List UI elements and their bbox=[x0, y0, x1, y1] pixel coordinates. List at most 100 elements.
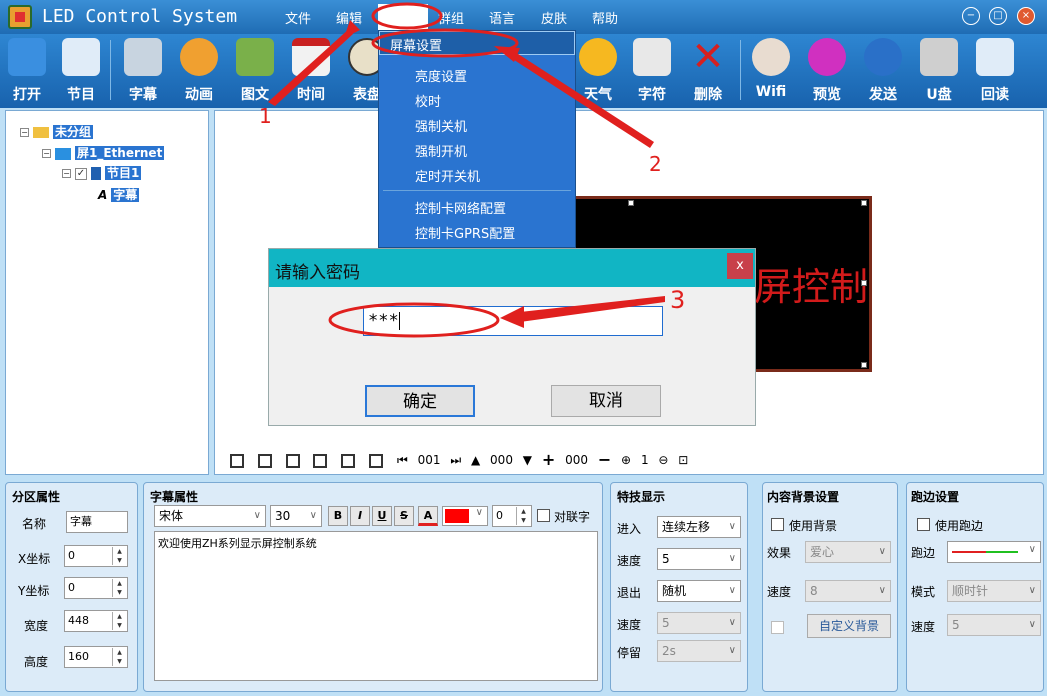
menu-item-schedule-power[interactable]: 定时开关机 bbox=[415, 166, 480, 185]
tree-item-node[interactable]: A 字幕 bbox=[98, 186, 140, 204]
last-page-icon[interactable]: ⏭ bbox=[450, 450, 461, 470]
menu-item-network-config[interactable]: 控制卡网络配置 bbox=[415, 198, 506, 217]
dialog-close-button[interactable]: x bbox=[727, 253, 753, 279]
up-icon[interactable]: ▲ bbox=[471, 450, 480, 470]
menu-item-force-on[interactable]: 强制开机 bbox=[415, 141, 467, 160]
toolbar-wifi-button[interactable]: Wifi bbox=[744, 34, 798, 108]
menu-item-gprs-config[interactable]: 控制卡GPRS配置 bbox=[415, 223, 515, 242]
toolbar-char-button[interactable]: 字符 bbox=[625, 34, 679, 108]
font-size-select[interactable]: 30 bbox=[270, 505, 322, 527]
minus-icon[interactable]: − bbox=[598, 450, 611, 470]
toolbar-subtitle-button[interactable]: 字幕 bbox=[116, 34, 170, 108]
menu-help[interactable]: 帮助 bbox=[592, 8, 618, 27]
collapse-icon[interactable]: − bbox=[42, 149, 51, 158]
width-input[interactable]: 448 ▲ ▼ bbox=[64, 610, 128, 632]
custom-background-checkbox[interactable] bbox=[771, 621, 784, 634]
menu-group[interactable]: 群组 bbox=[438, 8, 464, 27]
menu-settings[interactable] bbox=[378, 4, 428, 30]
menu-item-brightness[interactable]: 亮度设置 bbox=[415, 66, 467, 85]
resize-handle[interactable] bbox=[861, 362, 867, 368]
menu-language[interactable]: 语言 bbox=[489, 8, 515, 27]
spinner-icon[interactable]: ▲ ▼ bbox=[516, 507, 530, 525]
toolbar-weather-button[interactable]: 天气 bbox=[571, 34, 625, 108]
resize-handle[interactable] bbox=[861, 200, 867, 206]
checkbox-icon[interactable]: ✓ bbox=[75, 167, 87, 180]
height-input[interactable]: 160 ▲ ▼ bbox=[64, 646, 128, 668]
name-input[interactable]: 字幕 bbox=[66, 511, 128, 533]
menu-item-screen-settings[interactable]: 屏幕设置 bbox=[379, 31, 575, 55]
spinner-icon[interactable]: ▲ ▼ bbox=[112, 648, 126, 666]
ok-button[interactable]: 确定 bbox=[365, 385, 475, 417]
toolbar-delete-button[interactable]: ✕ 删除 bbox=[681, 34, 735, 108]
italic-button[interactable]: I bbox=[350, 506, 370, 526]
bold-button[interactable]: B bbox=[328, 506, 348, 526]
exit-speed-select[interactable]: 5 bbox=[657, 612, 741, 634]
settings-dropdown-menu: 屏幕设置 亮度设置 校时 强制关机 强制开机 定时开关机 控制卡网络配置 控制卡… bbox=[378, 30, 576, 248]
spinner-icon[interactable]: ▲ ▼ bbox=[112, 612, 126, 630]
mode-select[interactable]: 顺时针 bbox=[947, 580, 1041, 602]
use-border-checkbox[interactable] bbox=[917, 518, 930, 531]
couplet-checkbox[interactable] bbox=[537, 509, 550, 522]
layout-icon[interactable] bbox=[313, 450, 331, 470]
toolbar-send-button[interactable]: 发送 bbox=[856, 34, 910, 108]
fit-icon[interactable]: ⊡ bbox=[678, 450, 688, 470]
toolbar-usb-button[interactable]: U盘 bbox=[912, 34, 966, 108]
toolbar-readback-button[interactable]: 回读 bbox=[968, 34, 1022, 108]
menu-skin[interactable]: 皮肤 bbox=[541, 8, 567, 27]
spinner-icon[interactable]: ▲ ▼ bbox=[112, 579, 126, 597]
x-input[interactable]: 0 ▲ ▼ bbox=[64, 545, 128, 567]
toolbar-picture-button[interactable]: 图文 bbox=[228, 34, 282, 108]
plus-icon[interactable]: + bbox=[542, 450, 555, 470]
zoom-out-icon[interactable]: ⊖ bbox=[658, 450, 668, 470]
font-color-button[interactable]: A bbox=[418, 506, 438, 526]
strikethrough-button[interactable]: S bbox=[394, 506, 414, 526]
enter-label: 进入 bbox=[617, 522, 642, 536]
underline-button[interactable]: U bbox=[372, 506, 392, 526]
stay-select[interactable]: 2s bbox=[657, 640, 741, 662]
toolbar-time-button[interactable]: 时间 bbox=[284, 34, 338, 108]
down-icon[interactable]: ▼ bbox=[523, 450, 532, 470]
resize-handle[interactable] bbox=[628, 200, 634, 206]
menu-item-time-sync[interactable]: 校时 bbox=[415, 91, 441, 110]
border-style-select[interactable]: ∨ bbox=[947, 541, 1041, 563]
use-background-checkbox[interactable] bbox=[771, 518, 784, 531]
spacing-input[interactable]: 0 ▲ ▼ bbox=[492, 505, 532, 527]
collapse-icon[interactable]: − bbox=[20, 128, 29, 137]
layout-icon[interactable] bbox=[285, 450, 304, 470]
collapse-icon[interactable]: − bbox=[62, 169, 71, 178]
subtitle-content-textarea[interactable]: 欢迎使用ZH系列显示屏控制系统 bbox=[154, 531, 598, 681]
bg-speed-select[interactable]: 8 bbox=[805, 580, 891, 602]
custom-background-button[interactable]: 自定义背景 bbox=[807, 614, 891, 638]
exit-effect-select[interactable]: 随机 bbox=[657, 580, 741, 602]
text-color-select[interactable]: ∨ bbox=[442, 506, 488, 526]
close-icon[interactable]: × bbox=[1017, 7, 1035, 25]
toolbar-open-button[interactable]: 打开 bbox=[0, 34, 54, 108]
zoom-in-icon[interactable]: ⊕ bbox=[621, 450, 631, 470]
layout-icon[interactable] bbox=[257, 450, 276, 470]
cancel-button[interactable]: 取消 bbox=[551, 385, 661, 417]
layout-icon[interactable] bbox=[230, 450, 248, 470]
enter-effect-select[interactable]: 连续左移 bbox=[657, 516, 741, 538]
resize-handle[interactable] bbox=[861, 280, 867, 286]
toolbar-program-button[interactable]: 节目 bbox=[54, 34, 108, 108]
menu-edit[interactable]: 编辑 bbox=[336, 8, 362, 27]
border-speed-select[interactable]: 5 bbox=[947, 614, 1041, 636]
toolbar-preview-button[interactable]: 预览 bbox=[800, 34, 854, 108]
maximize-icon[interactable]: □ bbox=[989, 7, 1007, 25]
tree-program-node[interactable]: − ✓ 节目1 bbox=[62, 164, 142, 182]
layout-icon[interactable] bbox=[341, 450, 359, 470]
spinner-icon[interactable]: ▲ ▼ bbox=[112, 547, 126, 565]
first-page-icon[interactable]: ⏮ bbox=[397, 450, 408, 470]
effect-select[interactable]: 爱心 bbox=[805, 541, 891, 563]
tree-screen-node[interactable]: − 屏1_Ethernet bbox=[42, 144, 165, 162]
font-select[interactable]: 宋体 bbox=[154, 505, 266, 527]
tree-group-node[interactable]: − 未分组 bbox=[20, 123, 94, 141]
minimize-icon[interactable]: − bbox=[962, 7, 980, 25]
password-input[interactable]: *** bbox=[363, 306, 663, 336]
toolbar-animation-button[interactable]: 动画 bbox=[172, 34, 226, 108]
y-input[interactable]: 0 ▲ ▼ bbox=[64, 577, 128, 599]
menu-file[interactable]: 文件 bbox=[285, 8, 311, 27]
enter-speed-select[interactable]: 5 bbox=[657, 548, 741, 570]
layout-icon[interactable] bbox=[369, 450, 387, 470]
menu-item-force-off[interactable]: 强制关机 bbox=[415, 116, 467, 135]
